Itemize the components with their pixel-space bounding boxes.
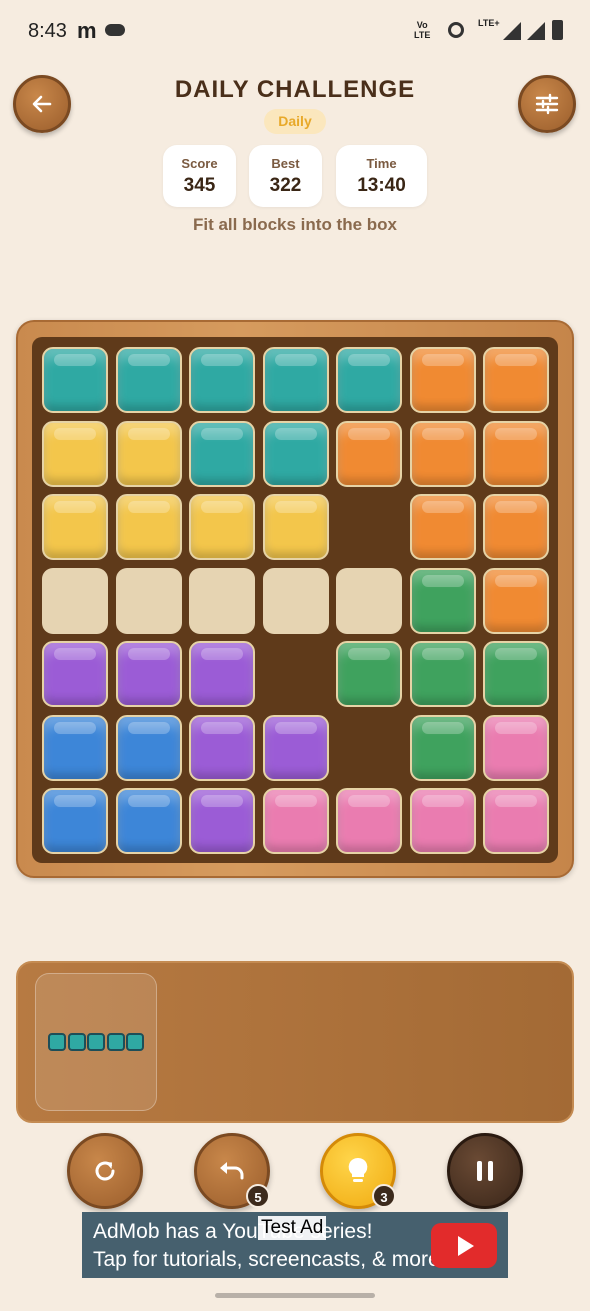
purple-block[interactable]	[189, 714, 255, 781]
score-label: Score	[181, 156, 218, 171]
status-time: 8:43	[28, 20, 67, 42]
purple-block[interactable]	[115, 641, 182, 707]
yellow-block[interactable]	[42, 420, 108, 487]
purple-block[interactable]	[189, 641, 255, 707]
pink-block[interactable]	[262, 788, 329, 854]
teal-block[interactable]	[262, 420, 329, 487]
signal-icon	[527, 22, 545, 40]
piece-cell[interactable]	[87, 1033, 105, 1051]
orange-block[interactable]	[483, 347, 549, 413]
teal-block[interactable]	[336, 347, 402, 413]
teal-block[interactable]	[262, 347, 329, 413]
sliders-icon	[535, 93, 559, 115]
undo-icon	[220, 1162, 244, 1180]
green-block[interactable]	[409, 567, 476, 634]
purple-block[interactable]	[42, 641, 108, 707]
settings-button[interactable]	[518, 75, 576, 133]
ad-line-1: AdMob has a YouTube series!	[93, 1220, 373, 1243]
piece-cell[interactable]	[67, 1033, 86, 1051]
blue-block[interactable]	[42, 788, 108, 854]
youtube-play-icon[interactable]	[431, 1223, 497, 1268]
green-block[interactable]	[409, 714, 476, 781]
empty-target-cell[interactable]	[189, 567, 255, 634]
orange-block[interactable]	[483, 567, 549, 634]
page-title: DAILY CHALLENGE	[174, 76, 416, 103]
empty-target-cell[interactable]	[42, 567, 108, 634]
empty-target-cell[interactable]	[115, 567, 182, 634]
piece-cell[interactable]	[48, 1033, 66, 1051]
orange-block[interactable]	[336, 420, 402, 487]
signal-icon	[503, 22, 521, 40]
teal-block[interactable]	[189, 347, 255, 413]
blue-block[interactable]	[115, 788, 182, 854]
cloud-icon	[105, 24, 125, 36]
yellow-block[interactable]	[115, 420, 182, 487]
restart-button[interactable]	[67, 1133, 143, 1209]
pause-button[interactable]	[447, 1133, 523, 1209]
orange-block[interactable]	[483, 420, 549, 487]
orange-block[interactable]	[409, 420, 476, 487]
time-value: 13:40	[357, 175, 406, 196]
pink-block[interactable]	[409, 788, 476, 854]
green-block[interactable]	[409, 641, 476, 707]
yellow-block[interactable]	[42, 494, 108, 560]
lte-label: LTE+	[478, 18, 500, 28]
yellow-block[interactable]	[115, 494, 182, 560]
orange-block[interactable]	[409, 494, 476, 560]
volte-icon: Vo LTE	[414, 20, 431, 40]
hint-count-badge: 3	[372, 1184, 396, 1208]
pink-block[interactable]	[483, 714, 549, 781]
teal-block[interactable]	[115, 347, 182, 413]
test-ad-label: Test Ad	[258, 1216, 327, 1240]
pink-block[interactable]	[483, 788, 549, 854]
best-label: Best	[271, 156, 300, 171]
undo-count-badge: 5	[246, 1184, 270, 1208]
instruction-text: Fit all blocks into the box	[192, 215, 398, 234]
piece-cell[interactable]	[126, 1033, 144, 1051]
orange-block[interactable]	[483, 494, 549, 560]
blue-block[interactable]	[115, 714, 182, 781]
best-card: Best 322	[249, 145, 322, 207]
refresh-icon	[95, 1161, 115, 1181]
carrier-icon: m	[77, 18, 97, 43]
puzzle-board[interactable]	[32, 337, 558, 863]
pink-block[interactable]	[336, 788, 402, 854]
teal-block[interactable]	[189, 420, 255, 487]
yellow-block[interactable]	[262, 494, 329, 560]
best-value: 322	[269, 175, 302, 196]
battery-icon	[552, 20, 563, 40]
hotspot-icon	[448, 22, 464, 38]
piece-cell[interactable]	[106, 1033, 125, 1051]
ad-line-2: Tap for tutorials, screencasts, & more.	[93, 1248, 446, 1271]
home-indicator[interactable]	[215, 1293, 375, 1298]
green-block[interactable]	[483, 641, 549, 707]
mode-badge: Daily	[264, 109, 326, 134]
empty-target-cell[interactable]	[336, 567, 402, 634]
pause-icon	[477, 1161, 493, 1181]
purple-block[interactable]	[262, 714, 329, 781]
time-card: Time 13:40	[336, 145, 427, 207]
status-bar: 8:43 m Vo LTE LTE+	[0, 0, 590, 60]
purple-block[interactable]	[189, 788, 255, 854]
blue-block[interactable]	[42, 714, 108, 781]
yellow-block[interactable]	[189, 494, 255, 560]
empty-target-cell[interactable]	[262, 567, 329, 634]
score-value: 345	[183, 175, 216, 196]
teal-block[interactable]	[42, 347, 108, 413]
score-card: Score 345	[163, 145, 236, 207]
orange-block[interactable]	[409, 347, 476, 413]
lightbulb-icon	[348, 1157, 368, 1182]
time-label: Time	[366, 156, 397, 171]
green-block[interactable]	[336, 641, 402, 707]
